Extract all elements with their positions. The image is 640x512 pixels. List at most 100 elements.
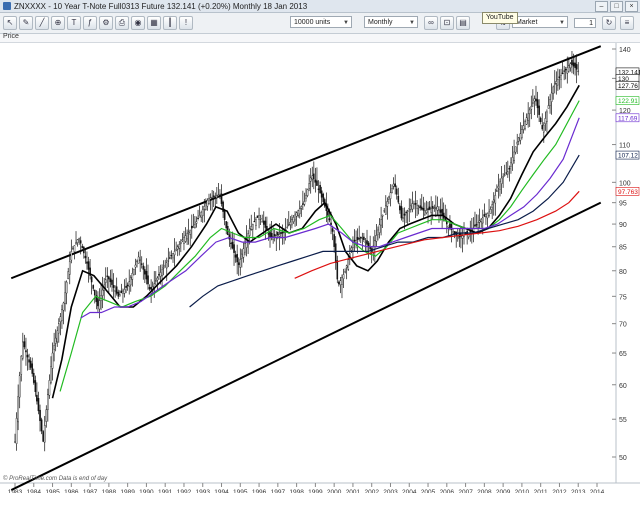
link-icon[interactable]: ∞ (424, 16, 438, 30)
candle-body (112, 284, 115, 288)
plot-area (0, 43, 616, 483)
window-controls: – □ × (595, 1, 638, 12)
minimize-button[interactable]: – (595, 1, 608, 12)
candle-body (159, 272, 162, 277)
candle-body (378, 224, 381, 233)
candle-body (449, 223, 451, 228)
candle-body (209, 197, 212, 200)
candle-body (211, 196, 213, 199)
candle-body (261, 221, 263, 223)
price-chart[interactable]: 50556065707580859095100110120130140 1983… (0, 43, 640, 493)
candle-body (15, 418, 18, 444)
candle-body (344, 271, 346, 273)
candle-body (441, 208, 443, 216)
indicator-icon[interactable]: ƒ (83, 16, 97, 30)
candle-body (216, 195, 218, 199)
candle-body (507, 171, 509, 175)
candle-body (36, 394, 38, 402)
candle-body (123, 289, 126, 294)
candle-body (308, 183, 310, 189)
candles-icon[interactable]: ┃ (163, 16, 177, 30)
order-type-value: Market (516, 19, 538, 26)
candle-body (194, 224, 196, 229)
candle-body (131, 273, 134, 280)
cursor-icon[interactable]: ↖ (3, 16, 17, 30)
candle-body (557, 78, 559, 86)
candle-body (31, 363, 34, 374)
candle-body (544, 118, 547, 124)
settings-icon[interactable]: ⚙ (99, 16, 113, 30)
candle-body (134, 264, 137, 268)
candle-body (192, 226, 195, 228)
candle-body (119, 294, 121, 297)
candle-body (363, 236, 365, 240)
candle-body (198, 215, 201, 218)
candle-body (133, 268, 135, 275)
candle-body (147, 275, 149, 285)
candle-body (252, 223, 254, 230)
refresh-icon[interactable]: ↻ (602, 16, 616, 30)
alert-icon[interactable]: ! (179, 16, 193, 30)
lock-icon[interactable]: ⊡ (440, 16, 454, 30)
candle-body (395, 188, 398, 195)
candle-body (92, 285, 95, 289)
candle-body (392, 183, 395, 187)
order-type-select[interactable]: Market ▼ (512, 16, 568, 28)
candle-body (93, 289, 96, 296)
price-labels: 132.141130127.76122.91117.69107.1297.763 (615, 67, 640, 196)
candle-body (480, 218, 483, 223)
tooltip: YouTube (482, 12, 518, 24)
candle-body (178, 244, 181, 249)
candle-body (53, 345, 55, 350)
line-tool-icon[interactable]: ╱ (35, 16, 49, 30)
time-tick-label: 2007 (458, 489, 473, 493)
price-tick-label: 70 (619, 322, 627, 329)
period-select[interactable]: Monthly ▼ (364, 16, 418, 28)
candle-body (456, 236, 459, 240)
text-tool-icon[interactable]: T (67, 16, 81, 30)
layout-icon[interactable]: ▤ (456, 16, 470, 30)
candle-body (477, 222, 479, 228)
candle-body (560, 74, 562, 80)
candle-body (258, 215, 260, 220)
grid-icon[interactable]: ▦ (147, 16, 161, 30)
price-label: 107.12 (618, 153, 638, 160)
candle-body (295, 212, 298, 217)
candle-body (353, 239, 356, 242)
candle-body (530, 105, 533, 110)
candle-body (485, 214, 487, 217)
candle-body (126, 284, 129, 287)
chevron-down-icon: ▼ (343, 20, 349, 26)
time-tick-label: 1984 (27, 489, 42, 493)
candle-body (125, 285, 127, 288)
maximize-button[interactable]: □ (610, 1, 623, 12)
print-icon[interactable]: ⎙ (115, 16, 129, 30)
candle-body (62, 302, 65, 311)
candle-body (195, 221, 198, 224)
candle-body (383, 210, 386, 212)
candle-body (61, 309, 63, 321)
candle-body (430, 208, 432, 213)
candle-body (400, 206, 403, 219)
candle-body (525, 117, 528, 125)
close-button[interactable]: × (625, 1, 638, 12)
chevron-down-icon: ▼ (559, 20, 565, 26)
candle-body (219, 194, 221, 197)
candle-body (32, 372, 35, 383)
candle-body (255, 219, 257, 226)
quantity-field[interactable]: 1 (574, 18, 596, 28)
menu-icon[interactable]: ≡ (620, 16, 634, 30)
candle-body (65, 281, 68, 294)
time-tick-label: 2013 (571, 489, 586, 493)
candle-body (190, 225, 193, 229)
candle-body (413, 203, 415, 205)
candle-body (374, 240, 376, 250)
candle-body (189, 229, 192, 235)
candle-body (58, 323, 60, 334)
camera-icon[interactable]: ◉ (131, 16, 145, 30)
candle-body (366, 240, 368, 245)
pencil-icon[interactable]: ✎ (19, 16, 33, 30)
candle-body (577, 70, 580, 73)
zoom-icon[interactable]: ⊕ (51, 16, 65, 30)
units-select[interactable]: 10000 units ▼ (290, 16, 352, 28)
